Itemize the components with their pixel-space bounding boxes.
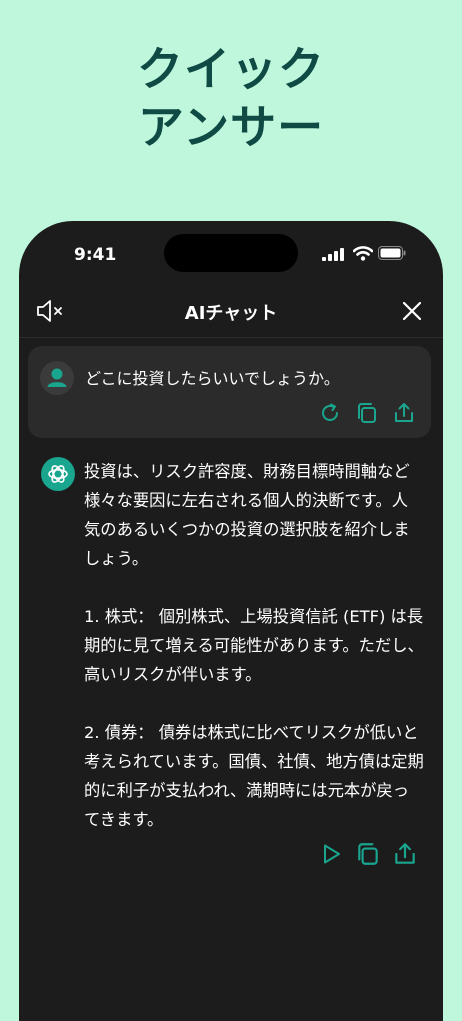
ai-logo-icon [41, 457, 75, 491]
bot-paragraph-1: 投資は、リスク許容度、財務目標時間軸など様々な要因に左右される個人的決断です。人… [84, 462, 410, 568]
signal-icon [322, 248, 344, 261]
close-icon[interactable] [400, 299, 424, 323]
share-icon[interactable] [392, 841, 418, 867]
wifi-icon [353, 245, 373, 261]
bot-paragraph-2: 1. 株式： 個別株式、上場投資信託 (ETF) は長期的に見て増える可能性があ… [84, 607, 424, 684]
dynamic-island [164, 234, 298, 272]
share-icon[interactable] [392, 401, 416, 425]
bot-paragraph-3: 2. 債券： 債券は株式に比べてリスクが低いと考えられています。国債、社債、地方… [84, 723, 424, 829]
phone-screen: 9:41 AIチャット どこに投資したらいいでしょうか。 投資は、リスク許容度、… [19, 221, 443, 1021]
user-message-text: どこに投資したらいいでしょうか。 [85, 369, 340, 388]
nav-title: AIチャット [184, 303, 278, 324]
nav-bar: AIチャット [19, 285, 443, 338]
headline-line-2: アンサー [137, 100, 325, 154]
refresh-icon[interactable] [318, 401, 342, 425]
user-icon [40, 361, 74, 395]
copy-icon[interactable] [355, 401, 379, 425]
user-message-card: どこに投資したらいいでしょうか。 [28, 346, 431, 438]
battery-icon [378, 246, 406, 260]
copy-icon[interactable] [355, 841, 381, 867]
play-icon[interactable] [318, 841, 344, 867]
promo-headline: クイック アンサー [0, 40, 462, 156]
headline-line-1: クイック [137, 42, 325, 96]
status-bar: 9:41 [19, 221, 443, 281]
bot-message-text: 投資は、リスク許容度、財務目標時間軸など様々な要因に左右される個人的決断です。人… [84, 457, 424, 834]
status-time: 9:41 [74, 245, 117, 265]
